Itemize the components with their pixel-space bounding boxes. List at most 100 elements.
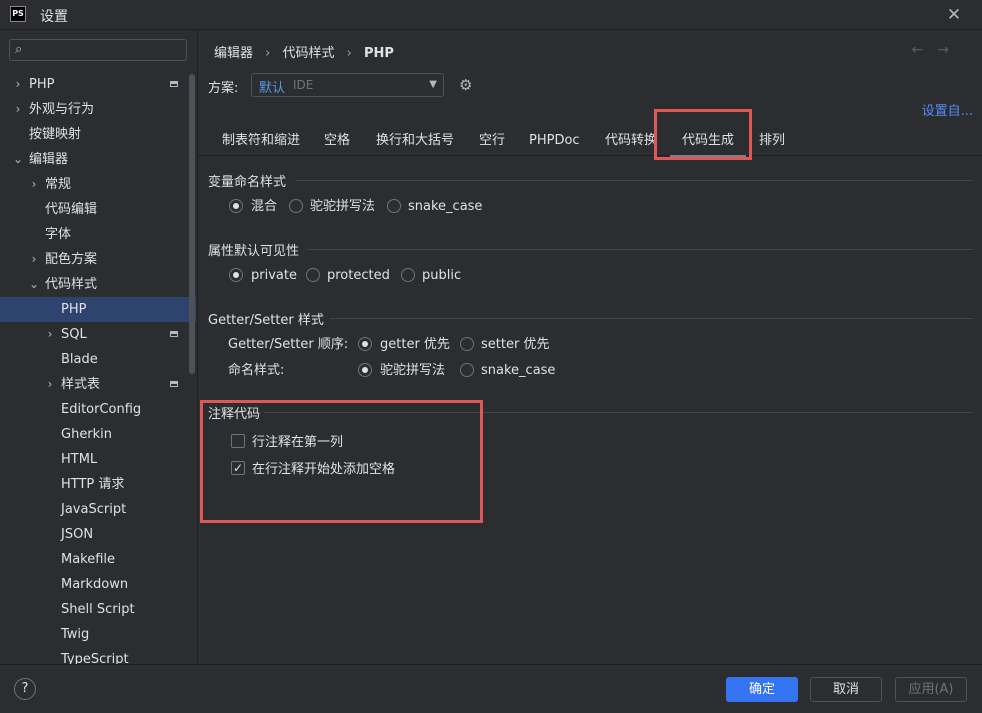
sidebar-item-appearance[interactable]: › 外观与行为 (0, 97, 196, 122)
search-input[interactable] (32, 42, 186, 60)
sidebar-item-html[interactable]: HTML (0, 447, 196, 472)
sidebar-item-json[interactable]: JSON (0, 522, 196, 547)
sidebar-item-label: 按键映射 (29, 127, 82, 142)
sidebar-item-stylesheets[interactable]: › 样式表 (0, 372, 196, 397)
sidebar-item-label: SQL (61, 327, 87, 342)
sidebar-item-editor[interactable]: ⌄ 编辑器 (0, 147, 196, 172)
dialog-footer: ? 确定 取消 应用(A) (0, 664, 982, 713)
chevron-right-icon[interactable]: › (44, 322, 56, 347)
sidebar-item-javascript[interactable]: JavaScript (0, 497, 196, 522)
set-from-link[interactable]: 设置自... (922, 100, 973, 119)
radio-mixed-label: 混合 (251, 199, 278, 214)
search-box[interactable]: ⌕ (9, 39, 187, 61)
sidebar-item-label: 外观与行为 (29, 102, 95, 117)
radio-gs-snake-case[interactable] (460, 363, 474, 377)
breadcrumb: 编辑器 › 代码样式 › PHP (214, 42, 394, 61)
sidebar-item-code-editing[interactable]: 代码编辑 (0, 197, 196, 222)
chevron-right-icon[interactable]: › (12, 72, 24, 97)
radio-getter-first-label: getter 优先 (380, 337, 450, 352)
sidebar-item-code-style-php[interactable]: PHP (0, 297, 196, 322)
sidebar-item-gherkin[interactable]: Gherkin (0, 422, 196, 447)
section-divider (264, 412, 973, 413)
tab-arrangement[interactable]: 排列 (759, 130, 785, 152)
tab-code-conversion[interactable]: 代码转换 (605, 130, 657, 152)
scheme-scope: IDE (293, 78, 314, 92)
radio-snake-case[interactable] (387, 199, 401, 213)
gear-icon[interactable]: ⚙ (459, 76, 472, 94)
tab-blank-lines[interactable]: 空行 (479, 130, 505, 152)
sidebar-item-blade[interactable]: Blade (0, 347, 196, 372)
back-arrow-icon[interactable]: ← (912, 42, 938, 58)
sidebar-item-http-request[interactable]: HTTP 请求 (0, 472, 196, 497)
getter-setter-order-row: Getter/Setter 顺序: getter 优先 setter 优先 (228, 335, 728, 355)
sidebar-item-code-style[interactable]: ⌄ 代码样式 (0, 272, 196, 297)
radio-gs-snake-case-label: snake_case (481, 363, 556, 378)
sidebar-item-twig[interactable]: Twig (0, 622, 196, 647)
tab-bar: 制表符和缩进 空格 换行和大括号 空行 PHPDoc 代码转换 代码生成 排列 (198, 127, 982, 158)
help-button[interactable]: ? (14, 678, 36, 700)
scheme-name: 默认 (259, 81, 286, 96)
section-property-visibility-title: 属性默认可见性 (208, 244, 300, 259)
sidebar-item-markdown[interactable]: Markdown (0, 572, 196, 597)
forward-arrow-icon[interactable]: → (937, 42, 963, 58)
chevron-right-icon[interactable]: › (12, 97, 24, 122)
sidebar-item-general[interactable]: › 常规 (0, 172, 196, 197)
sidebar-item-label: 代码编辑 (45, 202, 98, 217)
sidebar-item-label: Shell Script (61, 602, 135, 617)
sidebar-item-typescript[interactable]: TypeScript (0, 647, 196, 664)
sidebar-item-makefile[interactable]: Makefile (0, 547, 196, 572)
search-icon: ⌕ (15, 42, 23, 57)
checkbox-add-space-at-comment-start[interactable]: ✓ (231, 461, 245, 475)
getter-setter-naming-row: 命名样式: 驼驼拼写法 snake_case (228, 361, 728, 381)
window-title: 设置 (40, 9, 68, 25)
settings-sidebar: ⌕ › PHP › 外观与行为 按键映射 ⌄ 编辑器 › 常规 代码编辑 字体 (0, 30, 196, 664)
cancel-button[interactable]: 取消 (810, 677, 882, 702)
sidebar-item-font[interactable]: 字体 (0, 222, 196, 247)
radio-snake-case-label: snake_case (408, 199, 483, 214)
chevron-down-icon[interactable]: ⌄ (28, 272, 40, 297)
radio-setter-first[interactable] (460, 337, 474, 351)
phpstorm-logo-icon: PS (10, 6, 26, 22)
ok-button[interactable]: 确定 (726, 677, 798, 702)
radio-private[interactable] (229, 268, 243, 282)
chevron-right-icon[interactable]: › (44, 372, 56, 397)
sidebar-item-label: HTML (61, 452, 98, 467)
breadcrumb-code-style[interactable]: 代码样式 (283, 46, 335, 61)
nav-arrows: ←→ (912, 42, 963, 58)
chevron-down-icon[interactable]: ⌄ (12, 147, 24, 172)
chevron-right-icon[interactable]: › (28, 247, 40, 272)
checkbox-line-comment-first-column[interactable] (231, 434, 245, 448)
close-icon[interactable]: ✕ (944, 5, 964, 25)
scheme-dropdown[interactable]: 默认 IDE ▼ (251, 73, 444, 97)
radio-protected[interactable] (306, 268, 320, 282)
sidebar-item-color-scheme[interactable]: › 配色方案 (0, 247, 196, 272)
sidebar-item-label: PHP (61, 302, 87, 317)
tab-phpdoc[interactable]: PHPDoc (529, 130, 580, 152)
project-scope-icon (170, 81, 178, 87)
sidebar-item-editorconfig[interactable]: EditorConfig (0, 397, 196, 422)
tab-wrapping-and-braces[interactable]: 换行和大括号 (376, 130, 454, 152)
radio-camel-case-label: 驼驼拼写法 (310, 199, 376, 214)
radio-getter-first[interactable] (358, 337, 372, 351)
radio-camel-case[interactable] (289, 199, 303, 213)
radio-gs-camel-case[interactable] (358, 363, 372, 377)
chevron-right-icon[interactable]: › (28, 172, 40, 197)
sidebar-item-sql[interactable]: › SQL (0, 322, 196, 347)
radio-private-label: private (251, 268, 297, 283)
radio-public-label: public (422, 268, 462, 283)
radio-public[interactable] (401, 268, 415, 282)
apply-button[interactable]: 应用(A) (895, 677, 967, 702)
sidebar-item-shell-script[interactable]: Shell Script (0, 597, 196, 622)
sidebar-item-label: 代码样式 (45, 277, 98, 292)
radio-mixed[interactable] (229, 199, 243, 213)
sidebar-item-label: 样式表 (61, 377, 101, 392)
tab-code-generation[interactable]: 代码生成 (669, 130, 747, 158)
sidebar-item-keymap[interactable]: 按键映射 (0, 122, 196, 147)
tab-tabs-and-indents[interactable]: 制表符和缩进 (222, 130, 300, 152)
breadcrumb-editor[interactable]: 编辑器 (214, 46, 253, 61)
sidebar-item-php[interactable]: › PHP (0, 72, 196, 97)
sidebar-item-label: Markdown (61, 577, 129, 592)
sidebar-scrollbar[interactable] (189, 74, 195, 374)
tab-spaces[interactable]: 空格 (324, 130, 350, 152)
sidebar-item-label: 编辑器 (29, 152, 69, 167)
